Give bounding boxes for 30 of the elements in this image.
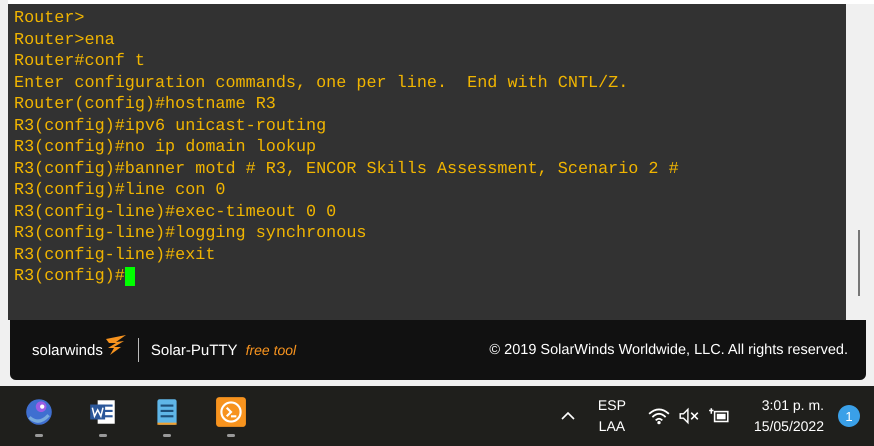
- terminal-line: R3(config-line)#logging synchronous: [14, 223, 368, 244]
- brand-logo-text: solarwinds: [32, 342, 103, 358]
- speaker-muted-icon[interactable]: [678, 407, 700, 425]
- terminal-line: R3(config)#banner motd # R3, ENCOR Skills Assessment, Scenario 2 #: [14, 158, 680, 180]
- keyboard-layout[interactable]: LAA: [598, 416, 626, 437]
- terminal-line: R3(config)#no ip domain lookup: [14, 137, 318, 158]
- battery-charging-icon[interactable]: [708, 407, 730, 425]
- scrollbar-thumb[interactable]: [858, 230, 860, 296]
- terminal-app-icon[interactable]: [215, 396, 247, 428]
- scrollbar[interactable]: [846, 4, 874, 320]
- text-cursor: [124, 267, 135, 286]
- terminal-line: Router>ena: [14, 30, 116, 51]
- wifi-icon[interactable]: [648, 407, 670, 425]
- terminal-line: Enter configuration commands, one per line. End with CNTL/Z.: [14, 72, 630, 94]
- terminal-line: R3(config-line)#exec-timeout 0 0: [14, 202, 338, 223]
- copyright-text: © 2019 SolarWinds Worldwide, LLC. All rights reserved.: [489, 342, 848, 358]
- clock-time[interactable]: 3:01 p. m.: [762, 395, 824, 416]
- terminal-line: R3(config)#ipv6 unicast-routing: [14, 116, 328, 137]
- terminal-line: R3(config)#: [14, 266, 846, 288]
- terminal-line: R3(config)#line con 0: [14, 180, 226, 202]
- chevron-up-icon[interactable]: [560, 411, 576, 421]
- flame-icon: [104, 335, 128, 355]
- product-tag: free tool: [246, 342, 296, 358]
- product-name: Solar-PuTTY: [150, 342, 238, 358]
- language-code[interactable]: ESP: [598, 395, 626, 416]
- clock-date[interactable]: 15/05/2022: [754, 416, 824, 437]
- terminal-line: Router#conf t: [14, 51, 146, 72]
- terminal-line: Router>: [14, 8, 86, 30]
- terminal-line: Router(config)#hostname R3: [14, 94, 277, 116]
- terminal-line: R3(config-line)#exit: [14, 244, 216, 266]
